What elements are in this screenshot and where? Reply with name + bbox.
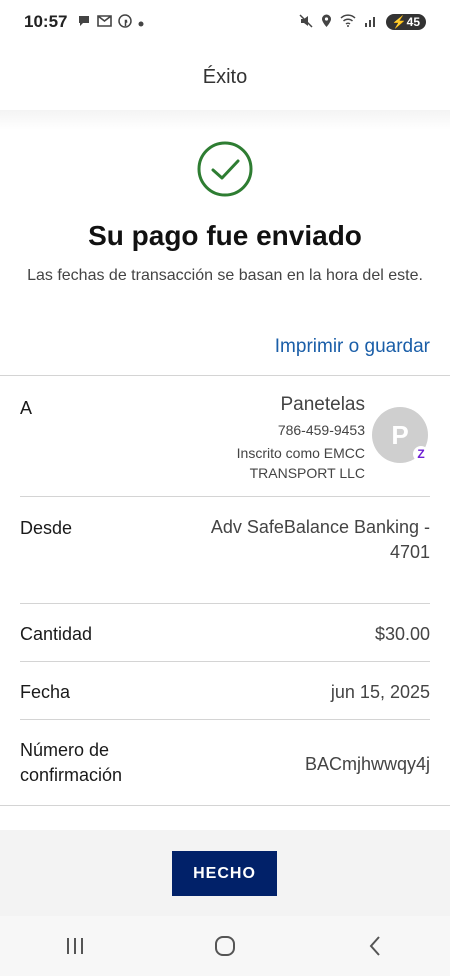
divider <box>0 805 450 806</box>
home-button[interactable] <box>195 926 255 966</box>
chat-icon <box>77 14 91 31</box>
dot-icon <box>138 15 144 30</box>
recent-apps-icon <box>67 938 83 954</box>
print-or-save-link[interactable]: Imprimir o guardar <box>275 336 430 358</box>
confirmation-number-label: Número de confirmación <box>20 740 123 785</box>
charging-icon: ⚡ <box>391 15 407 29</box>
to-label: A <box>20 398 33 418</box>
back-button[interactable] <box>345 926 405 966</box>
payee-name: Panetelas <box>280 394 365 415</box>
done-button[interactable]: HECHO <box>172 851 277 896</box>
from-account: Adv SafeBalance Banking - 4701 <box>210 517 430 562</box>
divider <box>0 375 450 376</box>
content-shadow <box>0 110 450 130</box>
date-label: Fecha <box>20 682 71 702</box>
signal-icon <box>364 15 378 30</box>
status-time: 10:57 <box>24 12 68 31</box>
facebook-icon <box>118 13 133 31</box>
avatar-initial: P <box>391 419 409 450</box>
date-value: jun 15, 2025 <box>330 682 430 702</box>
divider <box>20 661 430 662</box>
battery-level: 45 <box>406 15 420 29</box>
divider <box>20 496 430 497</box>
status-bar: 10:57 ⚡45 <box>0 0 450 44</box>
home-icon <box>215 936 235 956</box>
payee-phone: 786-459-9453 <box>277 422 365 438</box>
payee-registered-as: Inscrito como EMCC TRANSPORT LLC <box>236 445 365 481</box>
wifi-icon <box>340 14 356 30</box>
battery-indicator: ⚡45 <box>385 14 426 30</box>
confirmation-number-value: BACmjhwwqy4j <box>304 754 430 774</box>
notification-icons <box>77 13 144 31</box>
recent-apps-button[interactable] <box>45 926 105 966</box>
system-icons: ⚡45 <box>299 13 426 31</box>
amount-value: $30.00 <box>374 624 430 644</box>
divider <box>20 603 430 604</box>
from-label: Desde <box>20 518 73 538</box>
page-title: Éxito <box>202 65 248 88</box>
mail-icon <box>97 14 113 30</box>
location-icon <box>321 14 332 31</box>
timezone-note: Las fechas de transacción se basan en la… <box>27 267 423 284</box>
divider <box>20 719 430 720</box>
zelle-icon: Z <box>413 446 429 462</box>
back-icon <box>369 936 380 956</box>
amount-label: Cantidad <box>20 624 93 644</box>
system-nav-bar <box>0 916 450 976</box>
success-check-icon <box>197 141 253 197</box>
title-bar: Éxito <box>0 44 450 110</box>
mute-icon <box>299 13 313 31</box>
success-headline: Su pago fue enviado <box>88 220 362 251</box>
